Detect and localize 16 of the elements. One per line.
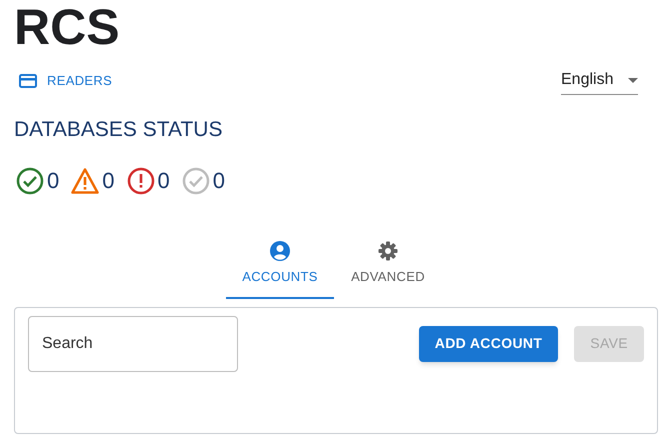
- action-button[interactable]: ADD ACCOUNT: [418, 326, 558, 362]
- tab[interactable]: ACCOUNTS: [226, 229, 334, 298]
- tab[interactable]: ADVANCED: [334, 229, 442, 298]
- search-field[interactable]: Search: [28, 316, 238, 372]
- person-circle-icon: [270, 241, 290, 261]
- language-select[interactable]: English: [561, 66, 638, 95]
- status-count: 0: [158, 167, 170, 195]
- gear-icon: [378, 241, 398, 261]
- status-count: 0: [212, 167, 225, 195]
- dropdown-caret-icon: [628, 78, 638, 82]
- card-icon: [19, 74, 37, 88]
- status-count: 0: [102, 167, 114, 195]
- status-count: 0: [47, 167, 60, 195]
- readers-link[interactable]: READERS: [19, 71, 112, 90]
- section-heading: DATABASES STATUS: [14, 117, 222, 143]
- app-title: RCS: [14, 2, 120, 52]
